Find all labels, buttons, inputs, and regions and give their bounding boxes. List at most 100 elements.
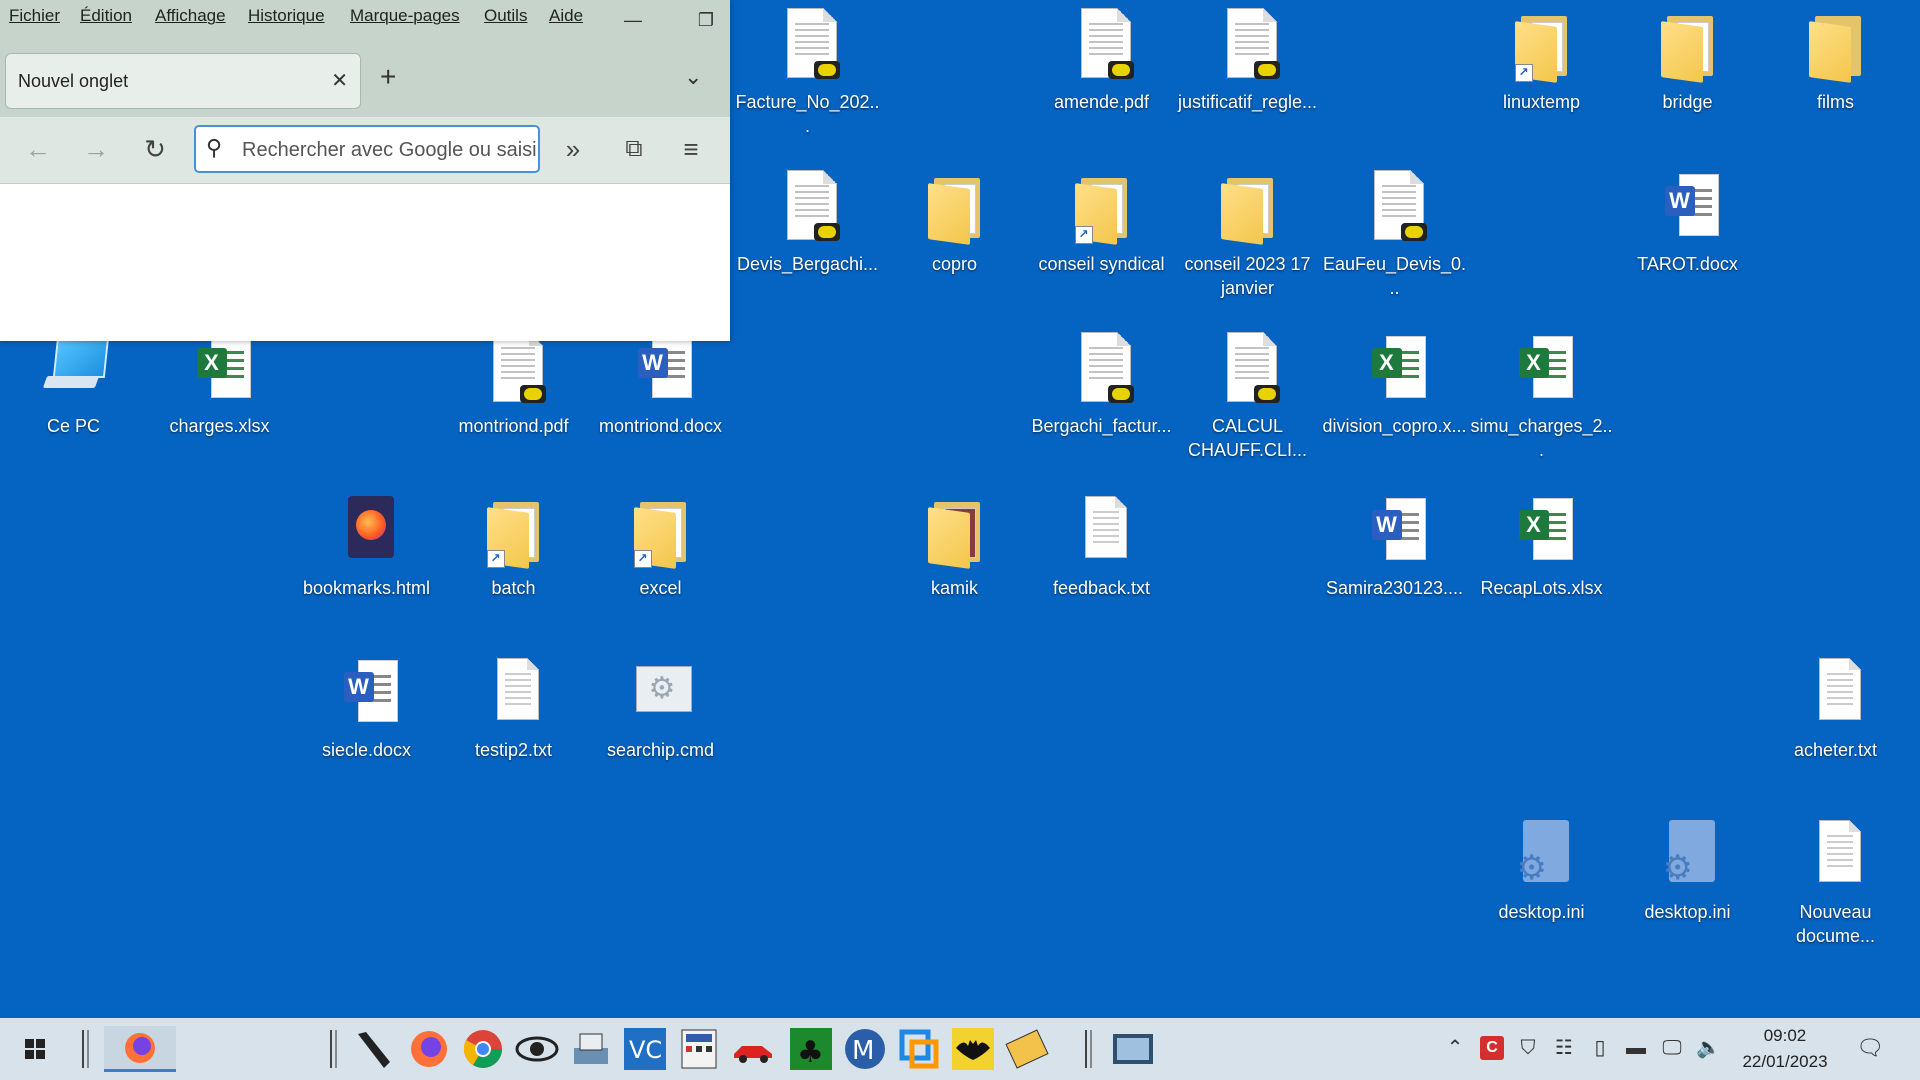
desktop-icon-searchip[interactable]: searchip.cmd [587, 648, 734, 798]
text-file-icon [479, 654, 549, 734]
menu-historique[interactable]: Historique [248, 6, 325, 26]
menu-edition[interactable]: Édition [80, 6, 132, 26]
desktop-icon-samira[interactable]: W Samira230123.... [1321, 486, 1468, 636]
clock-date[interactable]: 22/01/2023 [1730, 1052, 1840, 1072]
car-game-icon[interactable] [730, 1026, 776, 1072]
desktop-icon-charges[interactable]: X charges.xlsx [146, 324, 293, 474]
antivirus-tray-icon[interactable]: C [1480, 1036, 1504, 1060]
desktop-icon-ce-pc[interactable]: Ce PC [0, 324, 147, 474]
menu-fichier[interactable]: Fichier [9, 6, 60, 26]
desktop-icon-devis-bergachi[interactable]: Devis_Bergachi... [734, 162, 881, 312]
forward-arrow-icon[interactable]: → [78, 131, 114, 167]
menu-outils[interactable]: Outils [484, 6, 527, 26]
settings-file-icon [1507, 816, 1577, 896]
desktop-icon-bergachi-factur[interactable]: Bergachi_factur... [1028, 324, 1175, 474]
chrome-icon[interactable] [460, 1026, 506, 1072]
usb-drive-icon[interactable]: ▯ [1588, 1036, 1612, 1060]
excel-file-icon: X [1360, 330, 1430, 410]
pdf-file-icon [1067, 330, 1137, 410]
desktop-icon-conseil-syndical[interactable]: ↗ conseil syndical [1028, 162, 1175, 312]
solitaire-app-icon[interactable]: ♣ [788, 1026, 834, 1072]
pdf-file-icon [773, 6, 843, 86]
ticket-app-icon[interactable] [1004, 1026, 1050, 1072]
close-icon[interactable]: ✕ [331, 68, 348, 93]
volume-muted-icon[interactable]: 🔈 [1696, 1036, 1721, 1060]
excel-file-icon: X [185, 330, 255, 410]
remote-desktop-icon[interactable] [896, 1026, 942, 1072]
page-content [0, 184, 730, 341]
tab-new-tab[interactable]: Nouvel onglet ✕ [5, 53, 361, 109]
back-arrow-icon[interactable]: ← [20, 131, 56, 167]
desktop-icon-copro[interactable]: copro [881, 162, 1028, 312]
desktop-icon-facture[interactable]: Facture_No_202... [734, 0, 881, 150]
folder-shortcut-icon: ↗ [626, 492, 696, 572]
desktop-icon-desktop-ini-2[interactable]: desktop.ini [1614, 810, 1761, 960]
m-app-icon[interactable]: M [842, 1026, 888, 1072]
desktop-icon-testip2[interactable]: testip2.txt [440, 648, 587, 798]
desktop-icon-montriond-docx[interactable]: W montriond.docx [587, 324, 734, 474]
search-input[interactable] [240, 127, 538, 171]
hamburger-menu-icon[interactable]: ≡ [673, 131, 709, 167]
desktop-icon-montriond-pdf[interactable]: montriond.pdf [440, 324, 587, 474]
desktop-icon-feedback[interactable]: feedback.txt [1028, 486, 1175, 636]
desktop-icon-calcul-chauff[interactable]: CALCUL CHAUFF.CLI... [1174, 324, 1321, 474]
windows-start-icon[interactable] [12, 1026, 58, 1072]
pdf-file-icon [1213, 6, 1283, 86]
text-file-icon [1801, 654, 1871, 734]
battery-icon[interactable]: ▬ [1624, 1036, 1648, 1060]
desktop-icon-bridge[interactable]: bridge [1614, 0, 1761, 150]
overflow-chevrons-icon[interactable]: » [555, 131, 591, 167]
scanner-app-icon[interactable] [568, 1026, 614, 1072]
minimize-icon[interactable]: — [618, 8, 648, 32]
firefox-taskbar-button[interactable] [104, 1026, 176, 1072]
veracrypt-icon[interactable]: VC [622, 1026, 668, 1072]
desktop-icon-siecle[interactable]: W siecle.docx [293, 648, 440, 798]
desktop-icon-recaplots[interactable]: X RecapLots.xlsx [1468, 486, 1615, 636]
shield-icon[interactable]: ⛉ [1516, 1036, 1540, 1060]
text-file-icon [1801, 816, 1871, 896]
desktop-icon-films[interactable]: films [1762, 0, 1909, 150]
restore-icon[interactable]: ❐ [691, 8, 721, 32]
desktop-icon-nouveau-document[interactable]: Nouveau docume... [1762, 810, 1909, 960]
desktop-icon-eaufeu-devis[interactable]: EauFeu_Devis_0... [1321, 162, 1468, 312]
desktop-icon-division-copro[interactable]: X division_copro.x... [1321, 324, 1468, 474]
eye-app-icon[interactable] [514, 1026, 560, 1072]
desktop-icon-conseil-2023[interactable]: conseil 2023 17 janvier [1174, 162, 1321, 312]
pdf-file-icon [479, 330, 549, 410]
desktop-icon-amende[interactable]: amende.pdf [1028, 0, 1175, 150]
menu-marque-pages[interactable]: Marque-pages [350, 6, 460, 26]
clock-time[interactable]: 09:02 [1740, 1026, 1830, 1046]
monitor-app-icon[interactable] [1110, 1026, 1156, 1072]
settings-sliders-icon[interactable]: ☷ [1552, 1036, 1576, 1060]
desktop-icon-simu-charges[interactable]: X simu_charges_2... [1468, 324, 1615, 474]
network-icon[interactable]: 🖵 [1660, 1036, 1684, 1060]
notifications-icon[interactable]: 🗨 [1856, 1036, 1884, 1060]
desktop-icon-linuxtemp[interactable]: ↗ linuxtemp [1468, 0, 1615, 150]
phone-app-icon[interactable] [350, 1026, 396, 1072]
desktop-icon-tarot[interactable]: W TAROT.docx [1614, 162, 1761, 312]
menu-aide[interactable]: Aide [549, 6, 583, 26]
batman-app-icon[interactable] [950, 1026, 996, 1072]
chevron-down-icon[interactable]: ⌄ [684, 64, 702, 90]
desktop-icon-bookmarks[interactable]: bookmarks.html [293, 486, 440, 636]
calculator-app-icon[interactable] [676, 1026, 722, 1072]
firefox-html-icon [332, 492, 402, 572]
extensions-puzzle-icon[interactable]: ⧉ [616, 131, 652, 167]
excel-file-icon: X [1507, 492, 1577, 572]
desktop-icon-desktop-ini-1[interactable]: desktop.ini [1468, 810, 1615, 960]
firefox-icon[interactable] [406, 1026, 452, 1072]
url-bar[interactable]: ⚲ [194, 125, 540, 173]
desktop-icon-justificatif[interactable]: justificatif_regle... [1174, 0, 1321, 150]
desktop-icon-acheter[interactable]: acheter.txt [1762, 648, 1909, 798]
firefox-window: Fichier Édition Affichage Historique Mar… [0, 0, 730, 341]
plus-icon[interactable]: + [380, 62, 396, 92]
chevron-up-icon[interactable]: ⌃ [1443, 1036, 1467, 1060]
menu-affichage[interactable]: Affichage [155, 6, 226, 26]
taskbar-separator [82, 1030, 89, 1068]
desktop-icon-kamik[interactable]: kamik [881, 486, 1028, 636]
folder-icon [920, 492, 990, 572]
desktop-icon-batch[interactable]: ↗ batch [440, 486, 587, 636]
menu-bar: Fichier Édition Affichage Historique Mar… [0, 0, 730, 40]
reload-icon[interactable]: ↻ [137, 131, 173, 167]
desktop-icon-excel-folder[interactable]: ↗ excel [587, 486, 734, 636]
